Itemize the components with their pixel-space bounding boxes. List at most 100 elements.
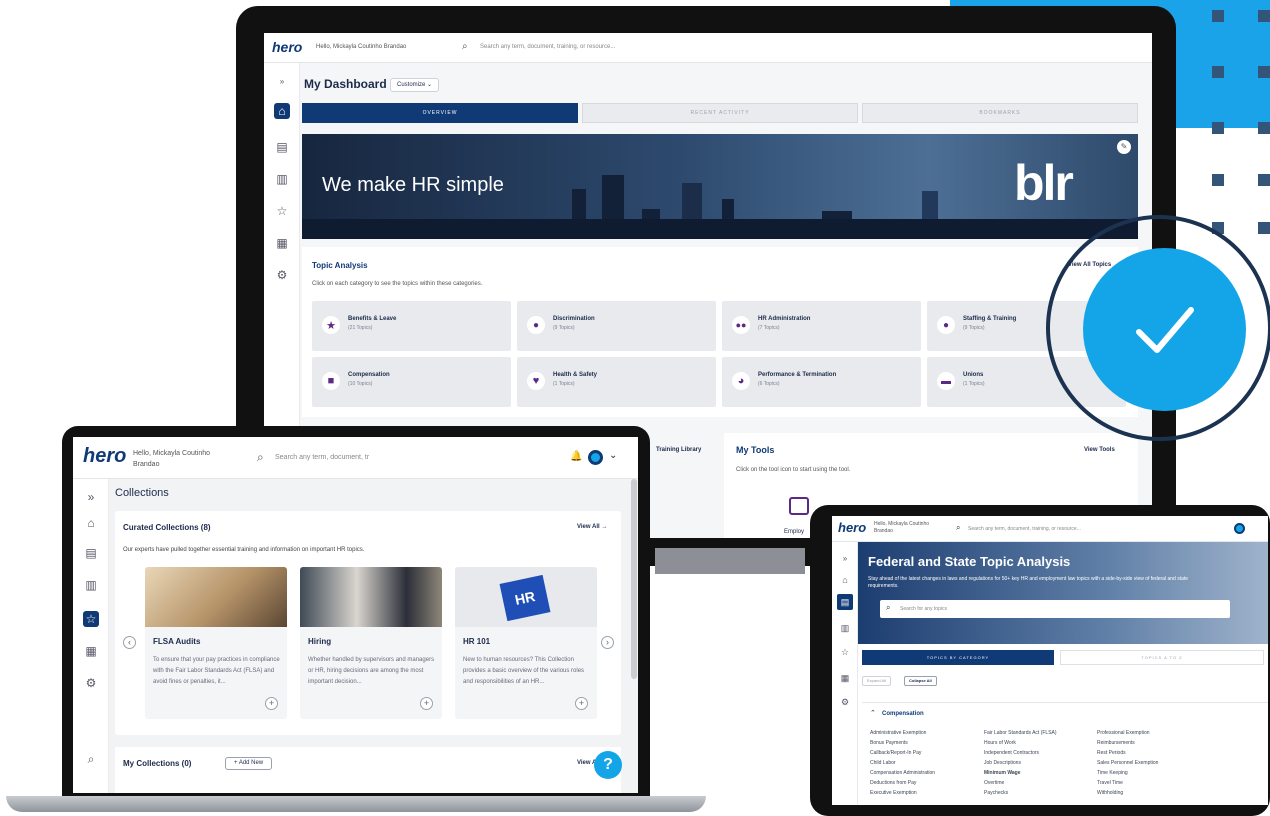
chevron-up-icon[interactable]: ⌃ <box>870 709 876 717</box>
topic-card-benefits[interactable]: ★ Benefits & Leave (21 Topics) <box>312 301 511 351</box>
topic-card-compensation[interactable]: ■ Compensation (10 Topics) <box>312 357 511 407</box>
topic-link[interactable]: Child Labor <box>870 760 896 766</box>
topic-card-discrimination[interactable]: ● Discrimination (9 Topics) <box>517 301 716 351</box>
add-icon[interactable]: + <box>420 697 433 710</box>
tool-icon[interactable] <box>789 497 809 515</box>
home-icon[interactable]: ⌂ <box>837 572 853 588</box>
grid-icon[interactable]: ▦ <box>274 235 290 251</box>
grid-icon[interactable]: ▦ <box>837 670 853 686</box>
topic-link[interactable]: Deductions from Pay <box>870 780 916 786</box>
topic-link[interactable]: Paychecks <box>984 790 1008 796</box>
topic-analysis-description: Click on each category to see the topics… <box>312 281 483 287</box>
topic-link[interactable]: Rest Periods <box>1097 750 1126 756</box>
topic-link[interactable]: Withholding <box>1097 790 1123 796</box>
collection-description: To ensure that your pay practices in com… <box>153 657 280 685</box>
topic-link[interactable]: Overtime <box>984 780 1004 786</box>
topic-link[interactable]: Callback/Report-In Pay <box>870 750 921 756</box>
document-icon[interactable]: ▤ <box>837 594 853 610</box>
expand-icon[interactable]: » <box>274 73 290 89</box>
avatar[interactable] <box>1234 523 1245 534</box>
search-icon[interactable]: ⌕ <box>257 450 264 465</box>
topic-link[interactable]: Compensation Administration <box>870 770 935 776</box>
collection-card[interactable]: FLSA Audits To ensure that your pay prac… <box>145 567 287 719</box>
collapse-all-button[interactable]: Collapse All <box>904 676 937 686</box>
view-all-link[interactable]: View All → <box>577 524 607 530</box>
book-icon[interactable]: ▥ <box>274 171 290 187</box>
topic-link[interactable]: Travel Time <box>1097 780 1123 786</box>
expand-all-button[interactable]: Expand All <box>862 676 891 686</box>
home-icon[interactable]: ⌂ <box>274 103 290 119</box>
puzzle-photo: HR <box>455 567 597 627</box>
topic-card-hr-admin[interactable]: ●● HR Administration (7 Topics) <box>722 301 921 351</box>
gear-icon[interactable]: ⚙ <box>83 675 99 691</box>
search-input[interactable]: Search any term, document, training, or … <box>968 526 1081 532</box>
prev-arrow-icon[interactable]: ‹ <box>123 636 136 649</box>
topic-link[interactable]: Executive Exemption <box>870 790 917 796</box>
training-library-link[interactable]: Training Library <box>656 447 701 453</box>
topic-link[interactable]: Administrative Exemption <box>870 730 926 736</box>
scrollbar[interactable] <box>631 479 637 679</box>
expand-icon[interactable]: » <box>83 489 99 505</box>
section-title[interactable]: Compensation <box>882 711 924 717</box>
topic-link[interactable]: Hours of Work <box>984 740 1016 746</box>
customize-button[interactable]: Customize ⌄ <box>390 78 440 92</box>
document-icon[interactable]: ▤ <box>274 139 290 155</box>
star-icon[interactable]: ☆ <box>83 611 99 627</box>
next-arrow-icon[interactable]: › <box>601 636 614 649</box>
topic-link[interactable]: Reimbursements <box>1097 740 1135 746</box>
collection-card[interactable]: HR HR 101 New to human resources? This C… <box>455 567 597 719</box>
gear-icon[interactable]: ⚙ <box>837 694 853 710</box>
topic-link[interactable]: Sales Personnel Exemption <box>1097 760 1158 766</box>
add-icon[interactable]: + <box>575 697 588 710</box>
help-button[interactable]: ? <box>594 751 622 779</box>
star-icon[interactable]: ☆ <box>837 644 853 660</box>
document-icon[interactable]: ▤ <box>83 545 99 561</box>
briefcase-icon: ▬ <box>937 372 955 390</box>
collection-card[interactable]: Hiring Whether handled by supervisors an… <box>300 567 442 719</box>
tab-topics-by-category[interactable]: TOPICS BY CATEGORY <box>862 650 1054 665</box>
tab-bookmarks[interactable]: BOOKMARKS <box>862 103 1138 123</box>
laptop-screen: hero Hello, Mickayla Coutinho Brandao ⌕ … <box>73 437 638 793</box>
home-icon[interactable]: ⌂ <box>83 515 99 531</box>
topic-card-health-safety[interactable]: ♥ Health & Safety (1 Topics) <box>517 357 716 407</box>
tab-recent-activity[interactable]: RECENT ACTIVITY <box>582 103 858 123</box>
search-icon[interactable]: ⌕ <box>956 523 960 533</box>
puzzle-piece: HR <box>499 574 551 622</box>
collection-title: Hiring <box>308 637 332 646</box>
topic-link[interactable]: Independent Contractors <box>984 750 1039 756</box>
topic-link[interactable]: Professional Exemption <box>1097 730 1150 736</box>
search-input[interactable]: Search any term, document, tr <box>275 454 369 461</box>
search-icon[interactable]: ⌕ <box>462 41 468 52</box>
avatar[interactable] <box>588 450 603 465</box>
expand-icon[interactable]: » <box>837 550 853 566</box>
chevron-down-icon[interactable]: ⌄ <box>609 450 617 461</box>
star-icon[interactable]: ☆ <box>274 203 290 219</box>
topic-link[interactable]: Fair Labor Standards Act (FLSA) <box>984 730 1057 736</box>
topic-count: (9 Topics) <box>963 325 985 331</box>
bell-icon[interactable]: 🔔 <box>570 451 582 462</box>
tab-topics-a-to-z[interactable]: TOPICS A TO Z <box>1060 650 1264 665</box>
tab-overview[interactable]: OVERVIEW <box>302 103 578 123</box>
topics-search-box[interactable]: ⌕ Search for any topics <box>880 600 1230 618</box>
topic-link[interactable]: Job Descriptions <box>984 760 1021 766</box>
add-icon[interactable]: + <box>265 697 278 710</box>
grid-icon[interactable]: ▦ <box>83 643 99 659</box>
view-tools-link[interactable]: View Tools <box>1084 447 1115 453</box>
hero-logo[interactable]: hero <box>272 39 302 55</box>
topic-link[interactable]: Bonus Payments <box>870 740 908 746</box>
book-icon[interactable]: ▥ <box>837 620 853 636</box>
topic-link[interactable]: Minimum Wage <box>984 770 1020 776</box>
hero-logo[interactable]: hero <box>83 445 126 468</box>
topic-title: Performance & Termination <box>758 372 837 378</box>
edit-icon[interactable]: ✎ <box>1117 140 1131 154</box>
book-icon[interactable]: ▥ <box>83 577 99 593</box>
topic-card-performance[interactable]: ◕ Performance & Termination (6 Topics) <box>722 357 921 407</box>
add-new-button[interactable]: + Add New <box>225 757 273 770</box>
page-title: Collections <box>115 487 169 499</box>
monitor-stand <box>655 548 805 574</box>
topic-link[interactable]: Time Keeping <box>1097 770 1128 776</box>
hero-logo[interactable]: hero <box>838 520 866 535</box>
gear-icon[interactable]: ⚙ <box>274 267 290 283</box>
search-icon[interactable]: ⌕ <box>83 751 99 767</box>
search-input[interactable]: Search any term, document, training, or … <box>480 44 780 50</box>
